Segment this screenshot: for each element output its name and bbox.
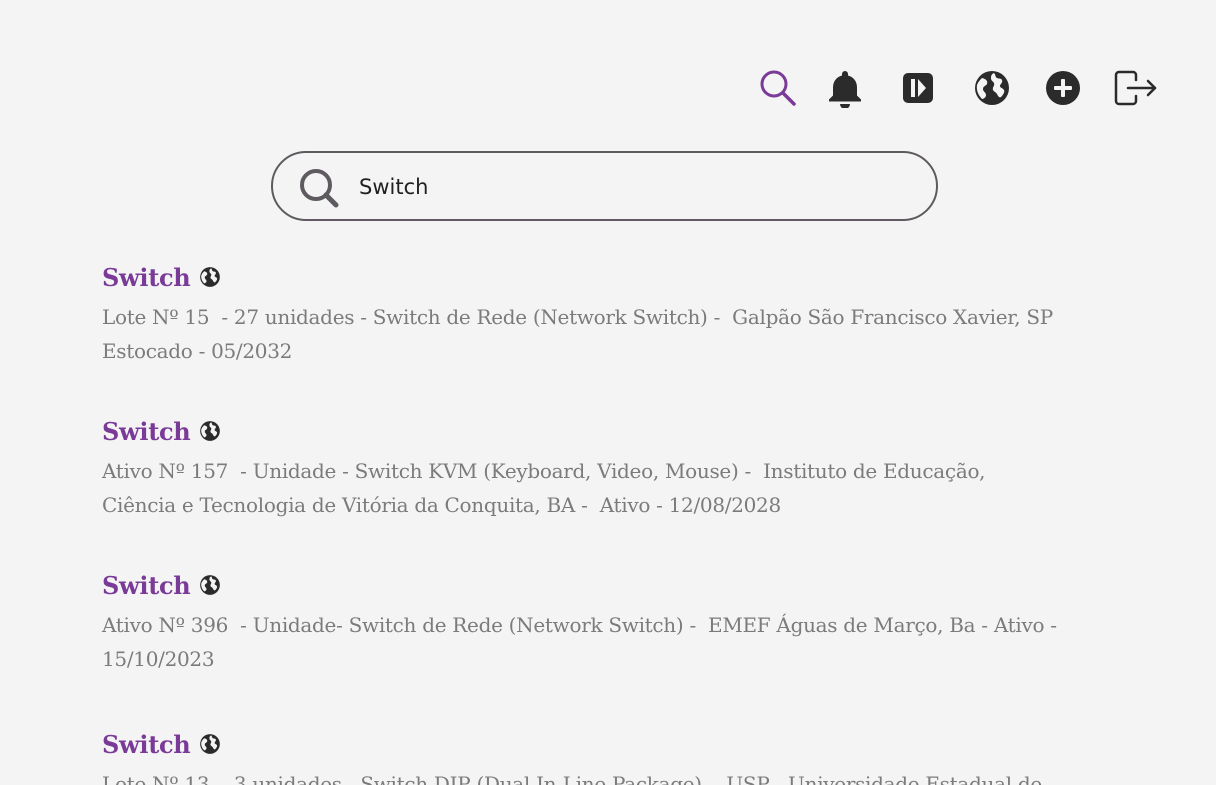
result-title-link[interactable]: Switch (102, 730, 191, 759)
search-bar[interactable] (271, 151, 938, 221)
result-title-link[interactable]: Switch (102, 417, 191, 446)
globe-icon[interactable] (199, 733, 221, 755)
result-title-row: Switch (102, 568, 1142, 602)
search-input[interactable] (359, 165, 899, 209)
plus-circle-icon[interactable] (1041, 66, 1085, 110)
search-results-page: Switch Lote Nº 15 - 27 unidades - Switch… (0, 0, 1216, 785)
result-title-row: Switch (102, 260, 1142, 294)
result-title-row: Switch (102, 727, 1142, 761)
logout-icon[interactable] (1114, 66, 1158, 110)
search-result: Switch Ativo Nº 157 - Unidade - Switch K… (102, 414, 1142, 522)
globe-icon[interactable] (970, 66, 1014, 110)
result-title-row: Switch (102, 414, 1142, 448)
search-result: Switch Lote Nº 15 - 27 unidades - Switch… (102, 260, 1142, 368)
result-description: Ativo Nº 157 - Unidade - Switch KVM (Key… (102, 459, 986, 517)
globe-icon[interactable] (199, 574, 221, 596)
result-title-link[interactable]: Switch (102, 571, 191, 600)
search-icon[interactable] (756, 66, 800, 110)
search-icon[interactable] (297, 166, 341, 210)
result-description: Ativo Nº 396 - Unidade- Switch de Rede (… (102, 613, 1057, 671)
document-play-icon[interactable] (896, 66, 940, 110)
search-result: Switch Ativo Nº 396 - Unidade- Switch de… (102, 568, 1142, 676)
globe-icon[interactable] (199, 266, 221, 288)
result-title-link[interactable]: Switch (102, 263, 191, 292)
result-description: Lote Nº 15 - 27 unidades - Switch de Red… (102, 305, 1053, 363)
result-description: Lote Nº 13 - 3 unidades - Switch DIP (Du… (102, 772, 1042, 785)
search-result: Switch Lote Nº 13 - 3 unidades - Switch … (102, 727, 1142, 785)
bell-icon[interactable] (823, 66, 867, 110)
globe-icon[interactable] (199, 420, 221, 442)
